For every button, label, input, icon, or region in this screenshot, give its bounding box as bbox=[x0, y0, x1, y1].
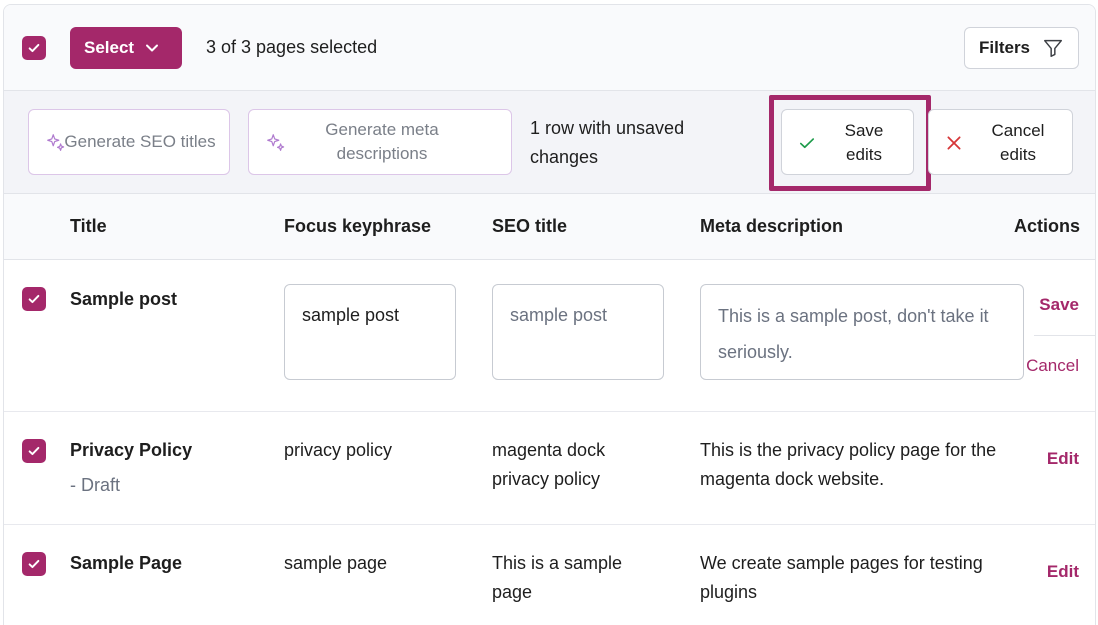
selection-bar: Select 3 of 3 pages selected Filters bbox=[4, 5, 1095, 90]
generate-meta-descriptions-label: Generate meta descriptions bbox=[325, 120, 439, 163]
row-seo-title: magenta dock privacy policy bbox=[492, 440, 606, 489]
table-row: Privacy Policy - Draft privacy policy ma… bbox=[4, 412, 1095, 525]
cancel-edits-button[interactable]: Cancel edits bbox=[928, 109, 1073, 175]
column-header-meta-description[interactable]: Meta description bbox=[700, 216, 843, 237]
row-checkbox[interactable] bbox=[22, 287, 46, 311]
selection-count: 3 of 3 pages selected bbox=[206, 37, 378, 57]
actions-divider bbox=[1034, 335, 1095, 336]
row-meta-description: This is the privacy policy page for the … bbox=[700, 440, 997, 489]
table-row: Sample post sample post sample post This… bbox=[4, 260, 1095, 412]
row-focus-keyphrase: sample page bbox=[284, 553, 388, 573]
sparkles-icon bbox=[47, 134, 65, 151]
check-icon bbox=[28, 559, 40, 569]
row-seo-title: This is a sample page bbox=[492, 553, 623, 602]
meta-description-textarea[interactable]: This is a sample post, don't take it ser… bbox=[700, 284, 1024, 380]
save-edits-label: Save edits bbox=[844, 121, 884, 164]
row-checkbox[interactable] bbox=[22, 552, 46, 576]
chevron-down-icon bbox=[146, 44, 159, 52]
bulk-action-bar: Generate SEO titles Generate meta descri… bbox=[4, 90, 1095, 194]
seo-title-input[interactable]: sample post bbox=[492, 284, 664, 380]
x-icon bbox=[947, 136, 961, 150]
row-status: - Draft bbox=[70, 475, 121, 495]
table-row: Sample Page sample page This is a sample… bbox=[4, 525, 1095, 625]
row-focus-keyphrase: privacy policy bbox=[284, 440, 393, 460]
row-edit-link[interactable]: Edit bbox=[1034, 449, 1079, 469]
row-title: Sample post bbox=[70, 289, 178, 309]
unsaved-changes-status: 1 row with unsaved changes bbox=[530, 118, 685, 167]
check-icon bbox=[799, 138, 815, 149]
row-checkbox[interactable] bbox=[22, 439, 46, 463]
generate-seo-titles-button[interactable]: Generate SEO titles bbox=[28, 109, 230, 175]
check-icon bbox=[28, 294, 40, 304]
focus-keyphrase-input[interactable]: sample post bbox=[284, 284, 456, 380]
row-meta-description: We create sample pages for testing plugi… bbox=[700, 553, 983, 602]
column-header-actions: Actions bbox=[1014, 216, 1081, 236]
select-dropdown-button[interactable]: Select bbox=[70, 27, 182, 69]
check-icon bbox=[28, 446, 40, 456]
cancel-edits-label: Cancel edits bbox=[991, 121, 1045, 164]
row-edit-link[interactable]: Edit bbox=[1034, 562, 1079, 582]
check-icon bbox=[28, 43, 40, 53]
row-cancel-link[interactable]: Cancel bbox=[1014, 356, 1079, 376]
bulk-edit-panel: Select 3 of 3 pages selected Filters Gen… bbox=[3, 4, 1096, 625]
row-title: Privacy Policy bbox=[70, 440, 193, 460]
column-header-focus-keyphrase[interactable]: Focus keyphrase bbox=[284, 216, 431, 237]
select-label: Select bbox=[84, 38, 135, 57]
generate-meta-descriptions-button[interactable]: Generate meta descriptions bbox=[248, 109, 512, 175]
filters-button[interactable]: Filters bbox=[964, 27, 1079, 69]
column-header-title[interactable]: Title bbox=[70, 216, 107, 237]
sparkles-icon bbox=[267, 134, 285, 151]
table-header: Title Focus keyphrase SEO title Meta des… bbox=[4, 194, 1095, 260]
select-all-checkbox[interactable] bbox=[22, 36, 46, 60]
save-edits-button[interactable]: Save edits bbox=[781, 109, 914, 175]
column-header-seo-title[interactable]: SEO title bbox=[492, 216, 567, 237]
row-title: Sample Page bbox=[70, 553, 183, 573]
row-save-link[interactable]: Save bbox=[1034, 295, 1079, 315]
filters-label: Filters bbox=[979, 38, 1031, 57]
funnel-icon bbox=[1044, 39, 1063, 57]
